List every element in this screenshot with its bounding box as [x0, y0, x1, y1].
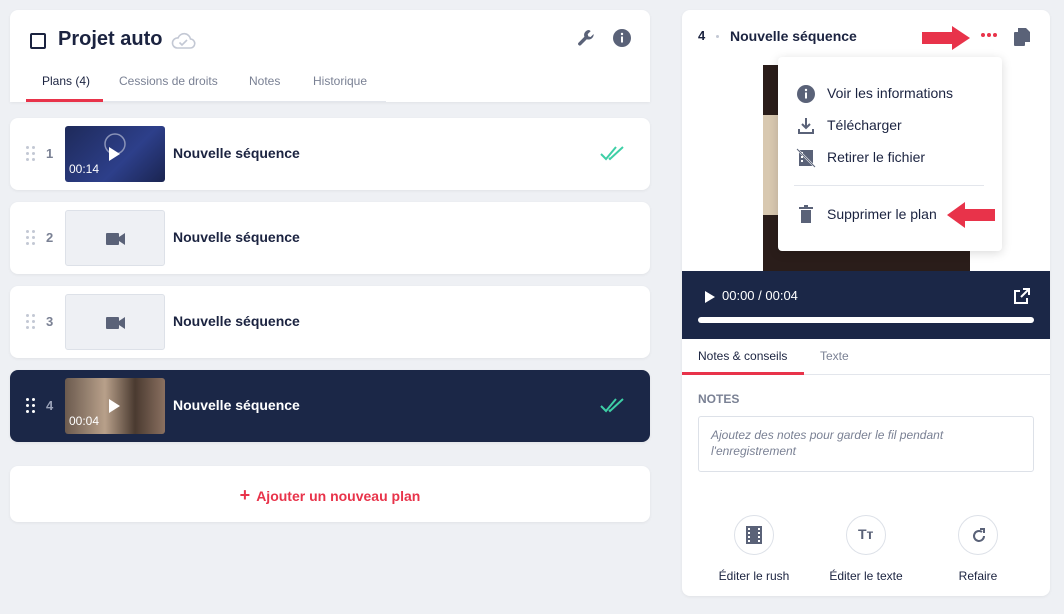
plan-thumbnail[interactable]	[65, 294, 165, 350]
tab-plans[interactable]: Plans (4)	[42, 74, 90, 88]
detail-tabs: Notes & conseils Texte	[682, 339, 1050, 375]
video-player-controls: 00:00 / 00:04	[682, 271, 1050, 339]
plan-title: Nouvelle séquence	[173, 145, 300, 161]
refresh-icon	[973, 528, 985, 542]
active-tab-underline	[26, 99, 103, 102]
edit-text-button[interactable]: Tт Éditer le texte	[811, 515, 921, 583]
more-options-icon[interactable]	[980, 32, 998, 38]
add-plan-label: Ajouter un nouveau plan	[256, 488, 421, 504]
plan-title: Nouvelle séquence	[173, 313, 300, 329]
drag-handle-icon[interactable]	[26, 230, 36, 246]
plan-thumbnail[interactable]: 00:14	[65, 126, 165, 182]
play-icon[interactable]	[705, 291, 715, 303]
annotation-arrow-icon	[922, 26, 970, 50]
project-header: Projet auto Plans (4) Cessions de droits…	[10, 10, 650, 102]
detail-plan-title: Nouvelle séquence	[730, 28, 857, 44]
plus-icon: +	[239, 485, 251, 505]
plan-number: 2	[46, 230, 54, 245]
tab-notes-conseils[interactable]: Notes & conseils	[698, 349, 787, 363]
info-icon[interactable]	[612, 28, 632, 48]
video-camera-icon	[106, 317, 125, 329]
plan-row-selected[interactable]: 4 00:04 Nouvelle séquence	[10, 370, 650, 442]
plan-row[interactable]: 1 00:14 Nouvelle séquence	[10, 118, 650, 190]
player-time: 00:00 / 00:04	[722, 288, 798, 303]
plan-title: Nouvelle séquence	[173, 229, 300, 245]
annotation-arrow-icon	[947, 202, 995, 228]
tab-texte[interactable]: Texte	[820, 349, 849, 363]
info-icon	[797, 85, 815, 103]
select-project-checkbox[interactable]	[30, 33, 46, 49]
film-icon	[746, 526, 762, 544]
project-title: Projet auto	[58, 28, 163, 50]
drag-handle-icon[interactable]	[26, 314, 36, 330]
plan-number: 1	[46, 146, 54, 161]
plan-duration: 00:04	[69, 414, 100, 428]
tab-notes[interactable]: Notes	[249, 74, 280, 88]
edit-rush-button[interactable]: Éditer le rush	[699, 515, 809, 583]
double-check-icon	[600, 146, 624, 161]
detail-plan-number: 4	[698, 28, 706, 43]
plan-number: 4	[46, 398, 54, 413]
play-icon	[109, 147, 120, 161]
plan-row[interactable]: 2 Nouvelle séquence	[10, 202, 650, 274]
open-external-icon[interactable]	[1014, 288, 1030, 304]
progress-bar[interactable]	[698, 317, 1034, 323]
notes-label: NOTES	[698, 392, 740, 406]
drag-handle-icon[interactable]	[26, 146, 36, 162]
plan-title: Nouvelle séquence	[173, 397, 300, 413]
video-camera-icon	[106, 233, 125, 245]
redo-label: Refaire	[958, 569, 998, 583]
edit-rush-label: Éditer le rush	[718, 569, 790, 583]
active-tab-underline	[682, 372, 804, 375]
add-plan-button[interactable]: + Ajouter un nouveau plan	[10, 466, 650, 522]
tab-cessions[interactable]: Cessions de droits	[119, 74, 218, 88]
remove-file-icon	[796, 148, 816, 168]
drag-handle-icon[interactable]	[26, 398, 36, 414]
plan-thumbnail[interactable]: 00:04	[65, 378, 165, 434]
download-icon	[798, 118, 814, 134]
trash-icon	[799, 205, 813, 223]
cloud-icon	[171, 32, 196, 49]
edit-text-label: Éditer le texte	[829, 569, 903, 583]
redo-button[interactable]: Refaire	[923, 515, 1033, 583]
notes-input[interactable]: Ajoutez des notes pour garder le fil pen…	[698, 416, 1034, 472]
wrench-icon[interactable]	[576, 28, 596, 48]
copy-icon[interactable]	[1014, 28, 1030, 46]
separator-dot	[716, 35, 719, 38]
double-check-icon	[600, 398, 624, 413]
tab-historique[interactable]: Historique	[313, 74, 367, 88]
plan-row[interactable]: 3 Nouvelle séquence	[10, 286, 650, 358]
text-size-icon: Tт	[858, 526, 874, 542]
plan-number: 3	[46, 314, 54, 329]
project-tabs: Plans (4) Cessions de droits Notes Histo…	[26, 70, 386, 102]
plan-thumbnail[interactable]	[65, 210, 165, 266]
plan-duration: 00:14	[69, 162, 100, 176]
menu-divider	[794, 185, 984, 186]
play-icon	[109, 399, 120, 413]
